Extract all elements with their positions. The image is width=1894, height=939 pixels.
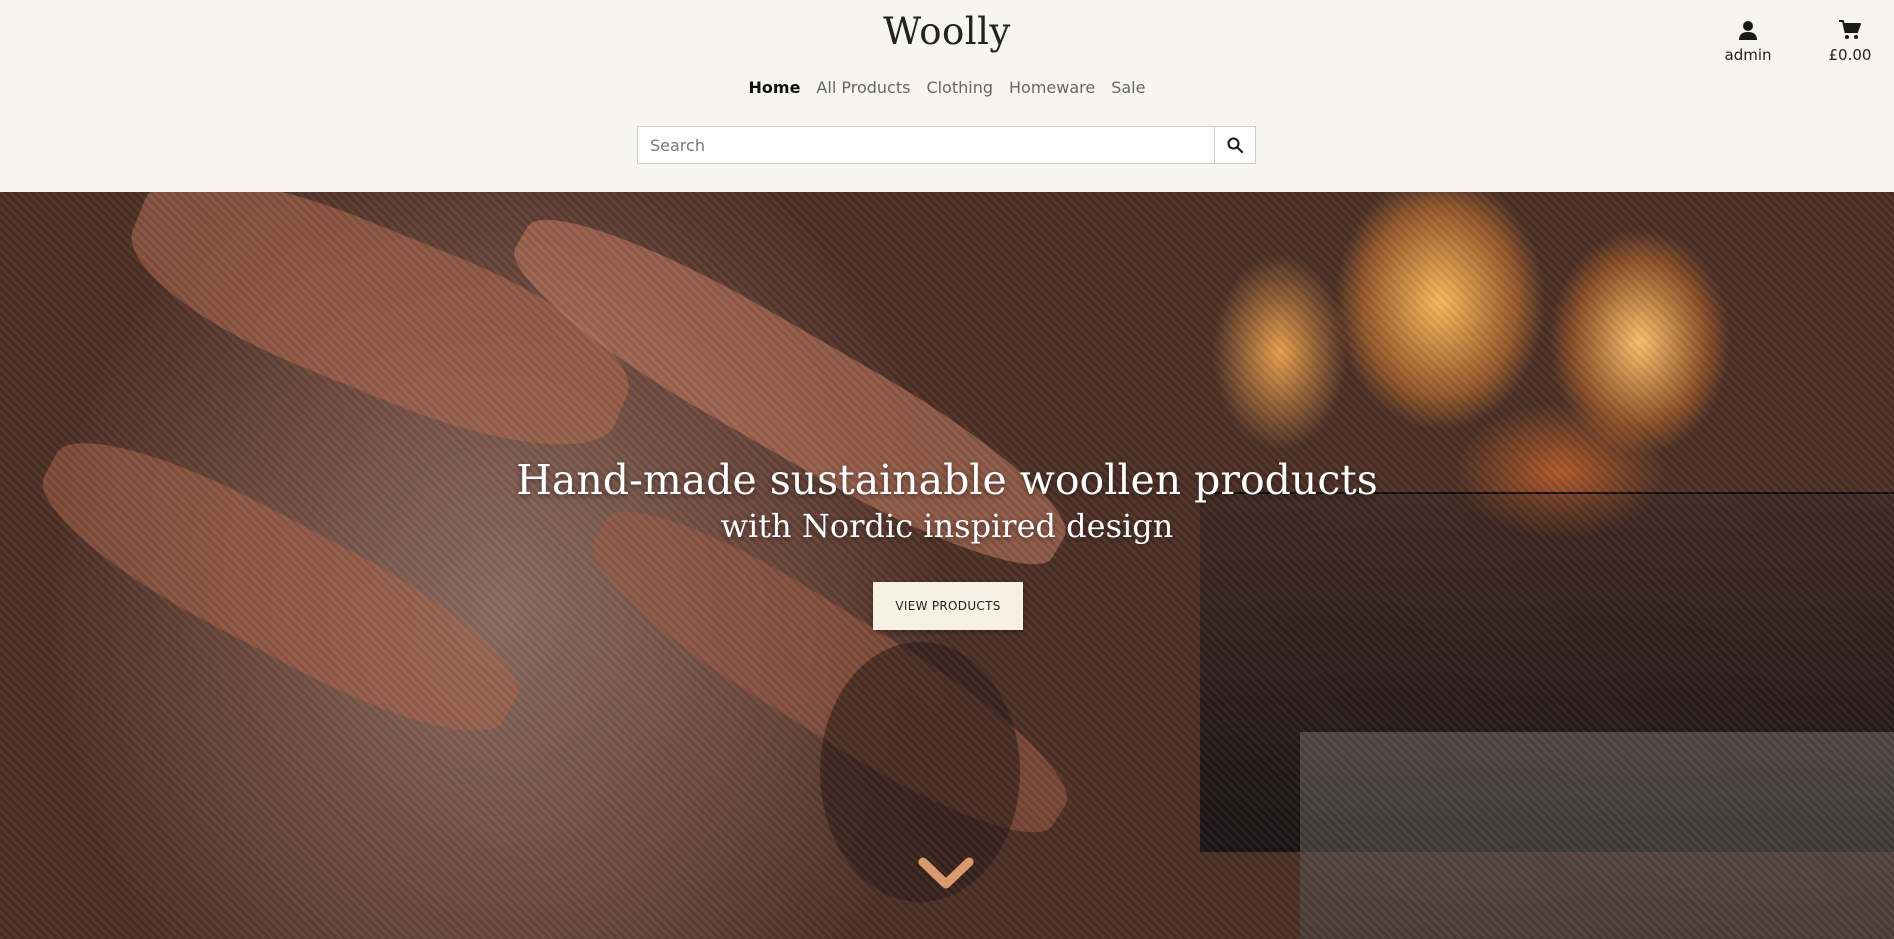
- hero-subtitle: with Nordic inspired design: [720, 507, 1174, 546]
- view-products-button[interactable]: VIEW PRODUCTS: [873, 582, 1023, 630]
- cart-icon: [1839, 20, 1861, 39]
- site-header: Woolly Home All Products Clothing Homewa…: [0, 0, 1894, 192]
- hero-title: Hand-made sustainable woollen products: [516, 456, 1378, 504]
- scroll-down-button[interactable]: [917, 856, 975, 892]
- nav-item-home[interactable]: Home: [749, 78, 801, 97]
- brand-logo[interactable]: Woolly: [0, 10, 1894, 53]
- search-button[interactable]: [1214, 127, 1255, 163]
- nav-item-all-products[interactable]: All Products: [816, 78, 910, 97]
- nav-item-homeware[interactable]: Homeware: [1009, 78, 1095, 97]
- user-icon: [1739, 21, 1757, 40]
- cart-link[interactable]: £0.00: [1822, 20, 1878, 64]
- nav-item-clothing[interactable]: Clothing: [926, 78, 993, 97]
- cart-total: £0.00: [1828, 46, 1872, 64]
- nav-item-sale[interactable]: Sale: [1111, 78, 1145, 97]
- main-nav: Home All Products Clothing Homeware Sale: [0, 78, 1894, 97]
- search-bar: [637, 126, 1256, 164]
- search-icon: [1227, 137, 1243, 153]
- hero-banner: Hand-made sustainable woollen products w…: [0, 192, 1894, 939]
- chevron-down-icon: [918, 857, 974, 889]
- search-input[interactable]: [638, 127, 1214, 163]
- hero-text: Hand-made sustainable woollen products w…: [0, 456, 1894, 545]
- account-link[interactable]: admin: [1716, 20, 1780, 64]
- account-label: admin: [1724, 46, 1772, 64]
- hearth-floor: [1300, 732, 1894, 939]
